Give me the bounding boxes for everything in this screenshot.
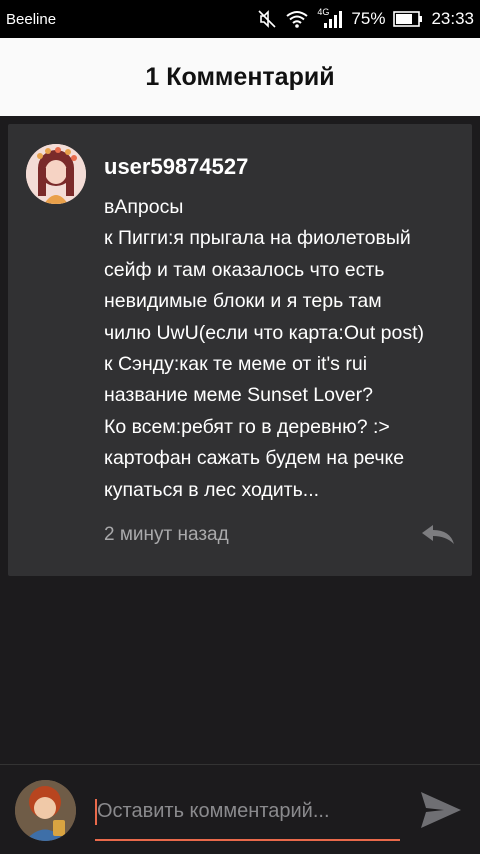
comment-line: вАпросы bbox=[104, 196, 184, 218]
comment-line: Ко всем:ребят го в деревню? :> bbox=[104, 415, 390, 438]
comment-card: user59874527 вАпросы к Пигги:я прыгала н… bbox=[8, 124, 472, 576]
wifi-icon bbox=[285, 10, 309, 28]
mute-icon bbox=[257, 9, 277, 29]
comment-line: к Сэнду:как те меме от it's rui bbox=[104, 353, 368, 376]
comment-line: невидимые блоки и я терь там bbox=[104, 290, 382, 313]
send-icon[interactable] bbox=[418, 789, 464, 831]
comment-line: купаться в лес ходить... bbox=[104, 478, 320, 501]
battery-icon bbox=[393, 11, 423, 27]
comment-input[interactable] bbox=[95, 785, 400, 837]
current-user-avatar bbox=[15, 780, 76, 841]
battery-percent: 75% bbox=[351, 9, 386, 28]
comment-timestamp: 2 минут назад bbox=[104, 524, 229, 545]
comment-line: название меме Sunset Lover? bbox=[104, 384, 373, 407]
comment-line: чилю UwU(если что карта:Out post) bbox=[104, 321, 425, 344]
text-caret bbox=[95, 799, 97, 825]
carrier-name: Beeline bbox=[6, 10, 57, 28]
clock: 23:33 bbox=[431, 9, 474, 28]
comments-count-title: 1 Комментарий bbox=[145, 62, 335, 91]
page-title: 1 Комментарий bbox=[0, 38, 480, 116]
avatar[interactable] bbox=[26, 144, 86, 204]
network-tag: 4G bbox=[317, 7, 330, 17]
comment-line: картофан сажать будем на речке bbox=[104, 447, 405, 470]
comment-line: к Пигги:я прыгала на фиолетовый bbox=[104, 227, 411, 250]
status-bar: Beeline 4G 75% 23:33 bbox=[0, 0, 480, 38]
comment-input-wrapper[interactable] bbox=[95, 785, 400, 841]
signal-icon: 4G bbox=[317, 7, 343, 28]
comment-body: вАпросы к Пигги:я прыгала на фиолетовый … bbox=[104, 192, 464, 506]
comment-username[interactable]: user59874527 bbox=[104, 154, 248, 180]
reply-icon[interactable] bbox=[418, 522, 458, 550]
comment-line: сейф и там оказалось что есть bbox=[104, 258, 385, 281]
comment-composer bbox=[0, 764, 480, 854]
